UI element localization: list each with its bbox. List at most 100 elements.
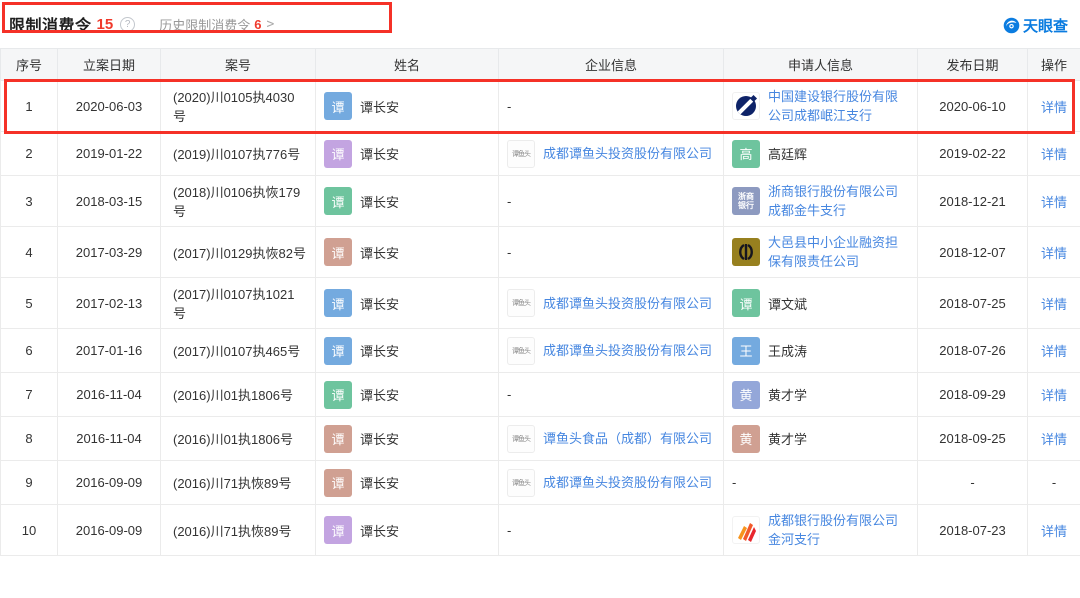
applicant-info-cell: 黄黄才学 xyxy=(723,372,918,417)
restriction-count: 15 xyxy=(96,15,114,33)
page-title: 限制消费令 xyxy=(9,18,92,35)
person-name: 谭长安 xyxy=(360,147,400,162)
applicant-cell-content: 王王成涛 xyxy=(732,336,909,365)
detail-link[interactable]: 详情 xyxy=(1041,100,1067,115)
column-header-company-info: 企业信息 xyxy=(498,48,724,81)
company-info-cell: 谭鱼头 成都谭鱼头投资股份有限公司 xyxy=(498,131,724,176)
name-cell-content: 谭谭长安 xyxy=(324,424,490,453)
history-restriction-link[interactable]: 历史限制消费令 6 > xyxy=(159,15,274,34)
detail-link[interactable]: 详情 xyxy=(1041,147,1067,162)
name-cell: 谭谭长安 xyxy=(315,131,499,176)
name-cell-content: 谭谭长安 xyxy=(324,516,490,544)
name-avatar: 谭 xyxy=(324,92,352,120)
applicant-info-cell: 高高廷辉 xyxy=(723,131,918,176)
action-cell: 详情 xyxy=(1027,175,1080,227)
filing-date-cell: 2018-03-15 xyxy=(57,175,161,227)
column-header-action: 操作 xyxy=(1027,48,1080,81)
zheshang-bank-label: 浙商 银行 xyxy=(738,192,754,210)
company-link[interactable]: 成都谭鱼头投资股份有限公司 xyxy=(543,294,712,313)
applicant-info-cell: 成都银行股份有限公司金河支行 xyxy=(723,504,918,556)
name-avatar: 谭 xyxy=(324,187,352,215)
name-avatar: 谭 xyxy=(324,238,352,266)
publish-date-cell: 2018-07-25 xyxy=(917,277,1028,329)
applicant-cell-content: 黄黄才学 xyxy=(732,380,909,409)
company-link[interactable]: 成都谭鱼头投资股份有限公司 xyxy=(543,144,712,163)
applicant-cell-content: 成都银行股份有限公司金河支行 xyxy=(732,511,909,549)
filing-date-cell: 2020-06-03 xyxy=(57,80,161,132)
dayi-guarantee-logo xyxy=(732,238,760,266)
applicant-name: 黄才学 xyxy=(768,388,808,403)
person-name: 谭长安 xyxy=(360,523,400,539)
publish-date-cell: 2019-02-22 xyxy=(917,131,1028,176)
applicant-company-link[interactable]: 中国建设银行股份有限公司成都岷江支行 xyxy=(768,87,909,125)
table-row: 2 2019-01-22 (2019)川0107执776号谭谭长安 谭鱼头 成都谭鱼头投… xyxy=(0,131,1080,176)
publish-date-cell: 2018-12-07 xyxy=(917,226,1028,278)
person-name: 谭长安 xyxy=(360,432,400,447)
person-name: 谭长安 xyxy=(360,194,400,210)
person-name: 谭长安 xyxy=(360,296,400,312)
row-number-cell: 7 xyxy=(0,372,58,417)
name-cell: 谭谭长安 xyxy=(315,416,499,461)
filing-date-cell: 2017-02-13 xyxy=(57,277,161,329)
applicant-company-link[interactable]: 浙商银行股份有限公司成都金牛支行 xyxy=(768,182,909,220)
company-link[interactable]: 成都谭鱼头投资股份有限公司 xyxy=(543,341,712,360)
bank-of-chengdu-logo xyxy=(732,516,760,544)
table-row: 1 2020-06-03 (2020)川0105执4030号谭谭长安 - 中国建设银行股… xyxy=(0,80,1080,132)
tianyancha-restriction-page: 限制消费令 15 ? 历史限制消费令 6 > 天眼查 序号 立案日期 案号 姓名 企业信… xyxy=(0,0,1080,598)
tanyutou-company-logo: 谭鱼头 xyxy=(507,336,535,365)
company-link[interactable]: 谭鱼头食品（成都）有限公司 xyxy=(543,429,712,448)
column-header-case-no: 案号 xyxy=(160,48,316,81)
tianyancha-logo[interactable]: 天眼查 xyxy=(1003,15,1068,36)
history-count: 6 xyxy=(254,16,262,32)
action-cell: - xyxy=(1027,460,1080,505)
applicant-info-cell: 中国建设银行股份有限公司成都岷江支行 xyxy=(723,80,918,132)
detail-link[interactable]: 详情 xyxy=(1041,344,1067,359)
action-cell: 详情 xyxy=(1027,504,1080,556)
tanyutou-company-logo: 谭鱼头 xyxy=(507,468,535,497)
history-label: 历史限制消费令 xyxy=(159,17,251,33)
company-info-cell: - xyxy=(498,504,724,556)
detail-link[interactable]: 详情 xyxy=(1041,246,1067,261)
detail-link[interactable]: 详情 xyxy=(1041,388,1067,403)
company-link[interactable]: 成都谭鱼头投资股份有限公司 xyxy=(543,473,712,492)
name-cell-content: 谭谭长安 xyxy=(324,187,490,215)
applicant-info-cell: 大邑县中小企业融资担保有限责任公司 xyxy=(723,226,918,278)
ccb-bank-logo xyxy=(732,92,760,120)
table-row: 5 2017-02-13 (2017)川0107执1021号谭谭长安 谭鱼头 成都谭鱼头… xyxy=(0,277,1080,329)
publish-date-cell: 2018-09-25 xyxy=(917,416,1028,461)
person-name: 谭长安 xyxy=(360,344,400,359)
row-number-cell: 4 xyxy=(0,226,58,278)
applicant-cell-content: 大邑县中小企业融资担保有限责任公司 xyxy=(732,233,909,271)
detail-link[interactable]: 详情 xyxy=(1041,297,1067,312)
applicant-info-cell: - xyxy=(723,460,918,505)
applicant-info-cell: 王王成涛 xyxy=(723,328,918,373)
company-cell-content: 谭鱼头 成都谭鱼头投资股份有限公司 xyxy=(507,336,715,365)
tianyancha-eye-icon xyxy=(1003,17,1020,34)
brand-name: 天眼查 xyxy=(1022,18,1068,35)
section-header: 限制消费令 15 ? 历史限制消费令 6 > 天眼查 xyxy=(0,0,1080,48)
table-row: 3 2018-03-15 (2018)川0106执恢179号谭谭长安 - 浙商 银行 浙商… xyxy=(0,175,1080,227)
case-number-cell: (2020)川0105执4030号 xyxy=(160,80,316,132)
publish-date-cell: 2018-09-29 xyxy=(917,372,1028,417)
action-cell: 详情 xyxy=(1027,226,1080,278)
table-row: 8 2016-11-04 (2016)川01执1806号谭谭长安 谭鱼头 谭鱼头食品（成… xyxy=(0,416,1080,461)
applicant-avatar: 黄 xyxy=(732,424,760,453)
applicant-company-link[interactable]: 大邑县中小企业融资担保有限责任公司 xyxy=(768,233,909,271)
company-cell-content: 谭鱼头 成都谭鱼头投资股份有限公司 xyxy=(507,289,715,317)
name-avatar: 谭 xyxy=(324,468,352,497)
table-row: 7 2016-11-04 (2016)川01执1806号谭谭长安 - 黄黄才学 2018-… xyxy=(0,372,1080,417)
publish-date-cell: 2020-06-10 xyxy=(917,80,1028,132)
tanyutou-company-logo: 谭鱼头 xyxy=(507,289,535,317)
name-avatar: 谭 xyxy=(324,424,352,453)
detail-link[interactable]: 详情 xyxy=(1041,524,1067,539)
column-header-applicant-info: 申请人信息 xyxy=(723,48,918,81)
company-info-cell: 谭鱼头 成都谭鱼头投资股份有限公司 xyxy=(498,460,724,505)
applicant-name: 黄才学 xyxy=(768,432,808,447)
name-cell-content: 谭谭长安 xyxy=(324,380,490,409)
detail-link[interactable]: 详情 xyxy=(1041,432,1067,447)
applicant-company-link[interactable]: 成都银行股份有限公司金河支行 xyxy=(768,511,909,549)
detail-link[interactable]: 详情 xyxy=(1041,195,1067,210)
help-icon[interactable]: ? xyxy=(120,16,136,32)
chengdu-bank-glyph xyxy=(738,523,756,542)
column-header-name: 姓名 xyxy=(315,48,499,81)
